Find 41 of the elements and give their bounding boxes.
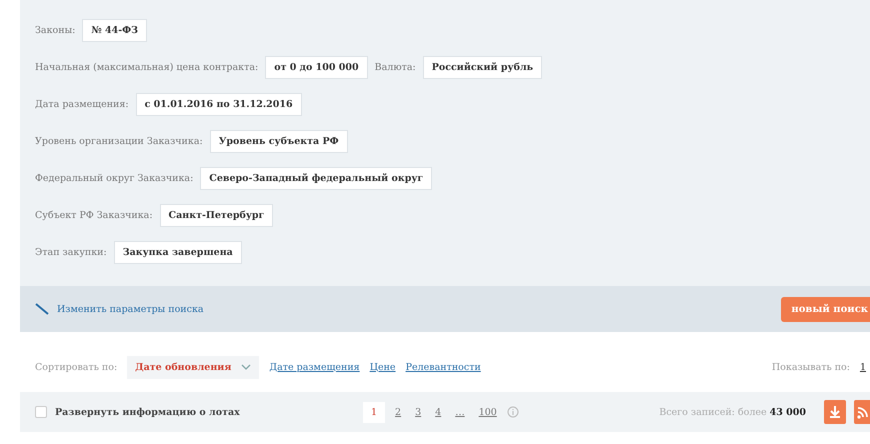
- download-button[interactable]: [824, 400, 846, 424]
- info-icon: [506, 406, 519, 418]
- filter-value: от 0 до 100 000: [265, 56, 368, 79]
- page-link[interactable]: 3: [411, 402, 426, 422]
- pencil-icon: [35, 303, 49, 315]
- page-link[interactable]: 1: [363, 402, 386, 422]
- filter-label: Федеральный округ Заказчика:: [35, 173, 194, 184]
- sort-option-link[interactable]: Цене: [370, 362, 396, 372]
- filter-value: Санкт-Петербург: [160, 204, 274, 227]
- caret-icon: [241, 364, 252, 370]
- download-icon: [828, 405, 842, 419]
- page-link[interactable]: 100: [474, 402, 501, 422]
- filter-value: Закупка завершена: [114, 241, 242, 264]
- filter-label: Этап закупки:: [35, 247, 107, 258]
- per-page-label: Показывать по:: [772, 362, 850, 372]
- edit-search-link[interactable]: Изменить параметры поиска: [57, 304, 204, 314]
- filter-label: Валюта:: [374, 62, 416, 73]
- filter-label: Субъект РФ Заказчика:: [35, 210, 153, 221]
- filter-label: Начальная (максимальная) цена контракта:: [35, 62, 258, 73]
- page-link[interactable]: 2: [391, 402, 406, 422]
- filter-value: с 01.01.2016 по 31.12.2016: [136, 93, 302, 116]
- filter-label: Уровень организации Заказчика:: [35, 136, 203, 147]
- filter-value: Российский рубль: [422, 56, 542, 79]
- new-search-button[interactable]: новый поиск: [781, 296, 870, 322]
- filter-label: Законы:: [35, 25, 76, 36]
- filter-value: Северо-Западный федеральный округ: [200, 167, 432, 190]
- total-records: Всего записей: более 43 000: [659, 406, 806, 418]
- expand-lots-label: Развернуть информацию о лотах: [55, 406, 241, 418]
- checkbox[interactable]: [35, 406, 47, 418]
- page-link[interactable]: …: [451, 402, 469, 422]
- sort-label: Сортировать по:: [35, 362, 118, 372]
- filter-value: № 44-ФЗ: [82, 19, 148, 42]
- filter-label: Дата размещения:: [35, 99, 129, 110]
- rss-icon: [857, 405, 869, 419]
- rss-button[interactable]: [854, 400, 870, 424]
- sort-option-link[interactable]: Релевантности: [406, 362, 481, 372]
- per-page-link[interactable]: 1: [860, 362, 866, 372]
- sort-option-link[interactable]: Дате размещения: [269, 362, 360, 372]
- filter-value: Уровень субъекта РФ: [210, 130, 348, 153]
- page-link[interactable]: 4: [431, 402, 446, 422]
- sort-dropdown[interactable]: Дате обновления: [127, 356, 260, 378]
